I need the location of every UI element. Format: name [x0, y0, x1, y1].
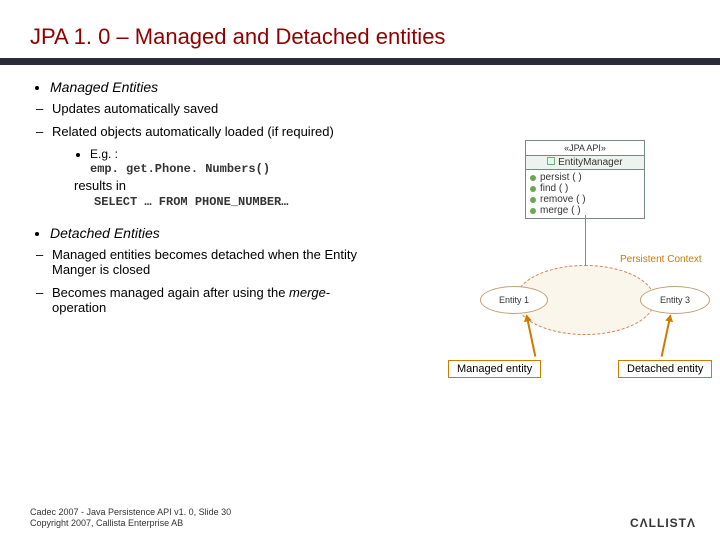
bullet-related-load: Related objects automatically loaded (if… — [52, 124, 690, 139]
merge-prefix: Becomes managed again after using the — [52, 285, 289, 300]
callout-detached-entity: Detached entity — [618, 360, 712, 378]
title-underline — [0, 58, 720, 65]
slide-title: JPA 1. 0 – Managed and Detached entities — [30, 24, 690, 50]
brand-logo: CΛLLISTΛ — [630, 516, 696, 530]
persistent-context-label: Persistent Context — [620, 254, 702, 265]
bullet-merge-back: Becomes managed again after using the me… — [52, 285, 370, 315]
bullet-becomes-detached: Managed entities becomes detached when t… — [52, 247, 370, 277]
uml-class-name: EntityManager — [526, 155, 644, 170]
method-icon — [530, 186, 536, 192]
method-icon — [530, 175, 536, 181]
uml-association-line — [585, 215, 586, 265]
method-icon — [530, 197, 536, 203]
footer-line2: Copyright 2007, Callista Enterprise AB — [30, 518, 231, 530]
entity-3-ellipse: Entity 3 — [640, 286, 710, 314]
bullet-auto-save: Updates automatically saved — [52, 101, 690, 116]
merge-word: merge — [289, 285, 326, 300]
method-icon — [530, 208, 536, 214]
uml-class-box: «JPA API» EntityManager persist ( ) find… — [525, 140, 645, 219]
uml-op-persist: persist ( ) — [530, 172, 640, 183]
section-managed-heading: Managed Entities — [50, 79, 690, 95]
callout-managed-entity: Managed entity — [448, 360, 541, 378]
slide-footer: Cadec 2007 - Java Persistence API v1. 0,… — [30, 507, 231, 530]
uml-stereotype: «JPA API» — [526, 141, 644, 155]
footer-line1: Cadec 2007 - Java Persistence API v1. 0,… — [30, 507, 231, 519]
uml-op-find: find ( ) — [530, 183, 640, 194]
eg-label-text: E.g. : — [90, 147, 118, 161]
uml-op-remove: remove ( ) — [530, 194, 640, 205]
results-sql: SELECT … FROM PHONE_NUMBER… — [94, 195, 288, 209]
entity-1-ellipse: Entity 1 — [480, 286, 548, 314]
arrow-to-entity3 — [661, 315, 672, 356]
eg-code: emp. get.Phone. Numbers() — [90, 162, 270, 176]
results-in-label: results in — [74, 178, 126, 193]
uml-class-name-text: EntityManager — [558, 157, 622, 168]
